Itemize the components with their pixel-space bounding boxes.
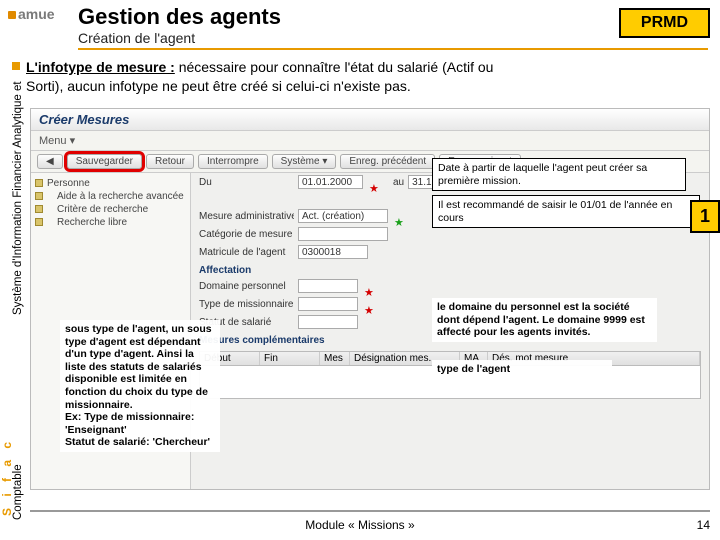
footer-rule [30, 510, 710, 512]
du-input[interactable]: 01.01.2000 [298, 175, 363, 189]
grid-col-2: Fin [260, 352, 320, 365]
sap-menubar[interactable]: Menu ▾ [31, 131, 709, 151]
bullet-text-1: nécessaire pour connaître l'état du sala… [175, 59, 494, 75]
page-number: 14 [697, 518, 710, 532]
matricule-input[interactable]: 0300018 [298, 245, 368, 259]
annotation-reco: Il est recommandé de saisir le 01/01 de … [432, 195, 700, 228]
au-label: au [393, 177, 404, 188]
sidebar-desc: Système d'Information Financier Analytiq… [12, 0, 24, 315]
callout-tag: 1 [690, 200, 720, 233]
folder-icon [35, 205, 43, 213]
categ-input[interactable] [298, 227, 388, 241]
section-affectation: Affectation [191, 261, 709, 277]
tree-label: Aide à la recherche avancée [57, 191, 184, 202]
tree-root[interactable]: Personne [35, 177, 186, 190]
folder-icon [35, 179, 43, 187]
annotation-domaine: le domaine du personnel est la société d… [432, 298, 657, 342]
tree-label: Personne [47, 178, 90, 189]
annotation-type-agent: type de l'agent [432, 360, 612, 379]
grid-col-3: Mes [320, 352, 350, 365]
domaine-label: Domaine personnel [199, 281, 294, 292]
bullet-text-2: Sorti), aucun infotype ne peut être créé… [26, 78, 411, 94]
du-label: Du [199, 177, 294, 188]
tree-label: Critère de recherche [57, 204, 148, 215]
back-button[interactable]: ◀ [37, 154, 63, 169]
sidebar-comptable: Comptable [12, 464, 24, 520]
mesure-label: Mesure administrative [199, 211, 294, 222]
tree-item-1[interactable]: Aide à la recherche avancée [35, 190, 186, 203]
mesure-input[interactable]: Act. (création) [298, 209, 388, 223]
missionnaire-label: Type de missionnaire [199, 299, 294, 310]
annotation-date: Date à partir de laquelle l'agent peut c… [432, 158, 686, 191]
tree-item-3[interactable]: Recherche libre [35, 216, 186, 229]
folder-icon [35, 218, 43, 226]
prev-record-button[interactable]: Enreg. précédent [340, 154, 435, 169]
tree-item-2[interactable]: Critère de recherche [35, 203, 186, 216]
main-bullet: L'infotype de mesure : nécessaire pour c… [26, 58, 710, 96]
folder-icon [35, 192, 43, 200]
page-subtitle: Création de l'agent [78, 30, 708, 50]
matricule-label: Matricule de l'agent [199, 247, 294, 258]
salarie-input[interactable] [298, 315, 358, 329]
sap-window-title: Créer Mesures [31, 109, 709, 131]
domaine-input[interactable] [298, 279, 358, 293]
annotation-left: sous type de l'agent, un sous type d'age… [60, 320, 220, 452]
missionnaire-input[interactable] [298, 297, 358, 311]
prmd-badge: PRMD [619, 8, 710, 38]
interrompre-button[interactable]: Interrompre [198, 154, 268, 169]
categ-label: Catégorie de mesure [199, 229, 294, 240]
save-button[interactable]: Sauvegarder [67, 154, 142, 169]
tree-label: Recherche libre [57, 217, 127, 228]
footer-module: Module « Missions » [0, 518, 720, 532]
bullet-strong: L'infotype de mesure : [26, 59, 175, 75]
systeme-button[interactable]: Système ▾ [272, 154, 337, 169]
retour-button[interactable]: Retour [146, 154, 194, 169]
